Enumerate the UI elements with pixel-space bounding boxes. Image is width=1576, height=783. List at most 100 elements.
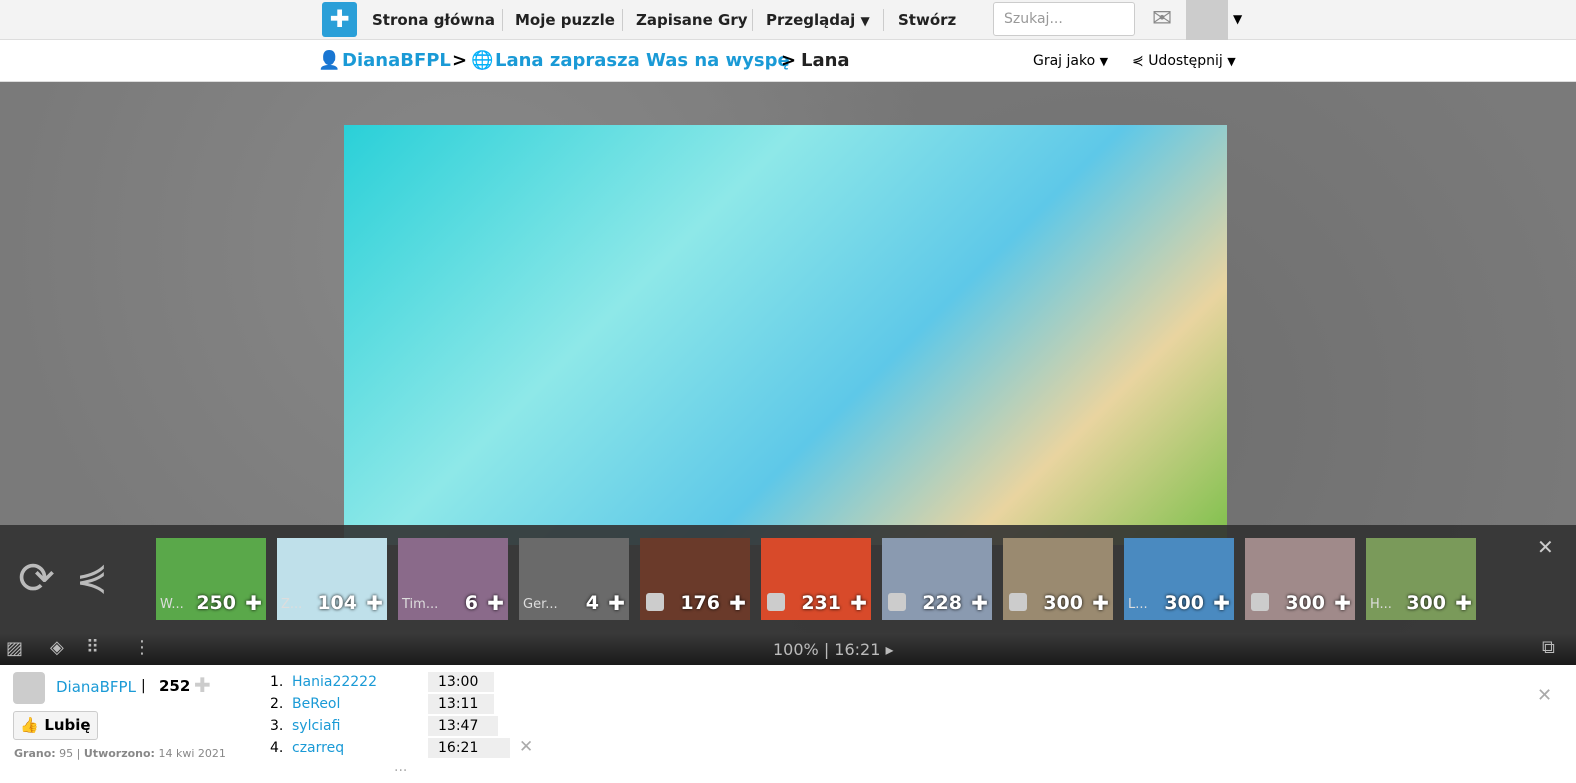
player-link[interactable]: Hania22222: [292, 672, 377, 692]
thumbnail-piece-count: 300: [1406, 592, 1446, 614]
nav-home[interactable]: Strona główna: [372, 0, 495, 40]
puzzle-thumbnail[interactable]: W... 250 ✚: [156, 538, 266, 620]
top-nav: ✚ Strona główna Moje puzzle Zapisane Gry…: [0, 0, 1576, 40]
thumbnail-piece-count: 300: [1285, 592, 1325, 614]
leaderboard-row: 4. czarreq 16:21: [270, 738, 510, 758]
mail-icon[interactable]: ✉: [1152, 4, 1172, 32]
puzzle-piece-icon: ✚: [1455, 591, 1472, 615]
thumbnail-label: L...: [1128, 597, 1148, 612]
divider: [622, 9, 623, 31]
thumbnail-label: Z...: [281, 597, 303, 612]
zoom-timer-status[interactable]: 100% | 16:21 ▸: [773, 640, 894, 659]
player-link[interactable]: sylciafi: [292, 716, 340, 736]
user-icon: 👤: [318, 50, 341, 71]
stats: Grano: 95 | Utworzono: 14 kwi 2021: [14, 747, 226, 760]
play-as-label: Graj jako: [1033, 53, 1096, 69]
puzzle-thumbnail[interactable]: 176 ✚: [640, 538, 750, 620]
rank: 1.: [270, 674, 284, 690]
breadcrumb-sep: >: [781, 50, 797, 71]
puzzle-piece-icon: ✚: [729, 591, 746, 615]
author-link[interactable]: DianaBFPL: [56, 678, 136, 696]
thumbnail-piece-count: 300: [1043, 592, 1083, 614]
puzzle-thumbnail[interactable]: 231 ✚: [761, 538, 871, 620]
nav-create[interactable]: Stwórz: [898, 0, 956, 40]
logo-puzzle-icon[interactable]: ✚: [322, 2, 357, 37]
puzzle-image[interactable]: [344, 125, 1227, 545]
nav-my-puzzles[interactable]: Moje puzzle: [515, 0, 615, 40]
nav-saved-games[interactable]: Zapisane Gry: [636, 0, 748, 40]
more-button[interactable]: ...: [394, 759, 407, 775]
user-avatar: [767, 593, 785, 611]
share-dropdown[interactable]: ⋞ Udostępnij ▼: [1132, 40, 1236, 83]
puzzle-thumbnail[interactable]: Z... 104 ✚: [277, 538, 387, 620]
player-link[interactable]: BeReol: [292, 694, 340, 714]
like-label: Lubię: [44, 716, 91, 734]
breadcrumb-user[interactable]: DianaBFPL: [342, 40, 451, 82]
piece-count: 252: [159, 677, 191, 695]
breadcrumb-album[interactable]: Lana zaprasza Was na wyspę: [495, 40, 790, 82]
thumbnail-piece-count: 176: [680, 592, 720, 614]
user-avatar[interactable]: [1186, 0, 1228, 40]
thumbnail-strip: ⟳ ⋞ W... 250 ✚ Z... 104 ✚ Tim... 6 ✚ Ger... 4 ✚ 176 ✚…: [0, 525, 1576, 633]
nav-browse[interactable]: Przeglądaj ▼: [766, 0, 870, 40]
puzzle-piece-icon: ✚: [1334, 591, 1351, 615]
divider: [502, 9, 503, 31]
play-as-dropdown[interactable]: Graj jako ▼: [1033, 40, 1108, 83]
thumbnail-piece-count: 4: [585, 592, 599, 614]
puzzle-thumbnail[interactable]: Ger... 4 ✚: [519, 538, 629, 620]
image-icon[interactable]: ▨: [6, 638, 23, 659]
puzzle-piece-icon: ✚: [850, 591, 867, 615]
breadcrumb: 👤 DianaBFPL > 🌐 Lana zaprasza Was na wys…: [0, 40, 1576, 82]
nav-browse-label: Przeglądaj: [766, 11, 856, 29]
puzzle-thumbnail[interactable]: 228 ✚: [882, 538, 992, 620]
user-avatar: [888, 593, 906, 611]
fullscreen-icon[interactable]: ⧉: [1542, 637, 1555, 658]
puzzle-piece-icon: ✚: [366, 591, 383, 615]
user-avatar: [646, 593, 664, 611]
puzzle-thumbnail[interactable]: 300 ✚: [1003, 538, 1113, 620]
delete-score-icon[interactable]: ✕: [519, 737, 533, 757]
close-icon[interactable]: ✕: [1537, 685, 1552, 706]
puzzle-piece-icon: ✚: [487, 591, 504, 615]
globe-icon: 🌐: [471, 50, 494, 71]
user-avatar: [1251, 593, 1269, 611]
puzzle-piece-icon: ✚: [245, 591, 262, 615]
puzzle-thumbnail[interactable]: 300 ✚: [1245, 538, 1355, 620]
breadcrumb-current: Lana: [801, 50, 850, 71]
thumbnail-label: W...: [160, 597, 184, 612]
puzzle-thumbnail[interactable]: L... 300 ✚: [1124, 538, 1234, 620]
puzzle-thumbnail[interactable]: H... 300 ✚: [1366, 538, 1476, 620]
divider: [752, 9, 753, 31]
share-icon[interactable]: ⋞: [76, 555, 108, 599]
like-button[interactable]: 👍 Lubię: [13, 711, 98, 740]
grid-icon[interactable]: ⠿: [86, 637, 99, 658]
puzzle-piece-icon: ✚: [971, 591, 988, 615]
share-icon: ⋞: [1132, 53, 1144, 69]
puzzle-thumbnail[interactable]: Tim... 6 ✚: [398, 538, 508, 620]
created-value: 14 kwi 2021: [158, 747, 226, 760]
player-link[interactable]: czarreq: [292, 738, 344, 758]
score-time: 16:21: [428, 738, 510, 758]
caret-down-icon: ▼: [1099, 55, 1109, 68]
puzzle-piece-icon: ✚: [608, 591, 625, 615]
ghost-icon[interactable]: ◈: [50, 637, 64, 658]
divider: |: [141, 678, 146, 694]
leaderboard-row: 1. Hania22222 13:00: [270, 672, 494, 692]
caret-down-icon[interactable]: ▼: [1233, 12, 1242, 26]
thumbnail-piece-count: 250: [196, 592, 236, 614]
thumbnail-label: Ger...: [523, 597, 558, 612]
thumbnail-piece-count: 228: [922, 592, 962, 614]
leaderboard-row: 2. BeReol 13:11: [270, 694, 494, 714]
leaderboard-row: 3. sylciafi 13:47: [270, 716, 498, 736]
thumbnail-label: H...: [1370, 597, 1392, 612]
puzzle-piece-icon: ✚: [194, 673, 211, 697]
author-avatar[interactable]: [13, 672, 45, 704]
close-icon[interactable]: ✕: [1537, 535, 1554, 559]
divider: [883, 9, 884, 31]
restart-icon[interactable]: ⟳: [18, 553, 55, 604]
user-avatar: [1009, 593, 1027, 611]
search-input[interactable]: Szukaj...: [993, 2, 1135, 36]
score-time: 13:11: [428, 694, 494, 714]
more-vertical-icon[interactable]: ⋮: [133, 637, 151, 658]
played-label: Grano:: [14, 747, 56, 760]
